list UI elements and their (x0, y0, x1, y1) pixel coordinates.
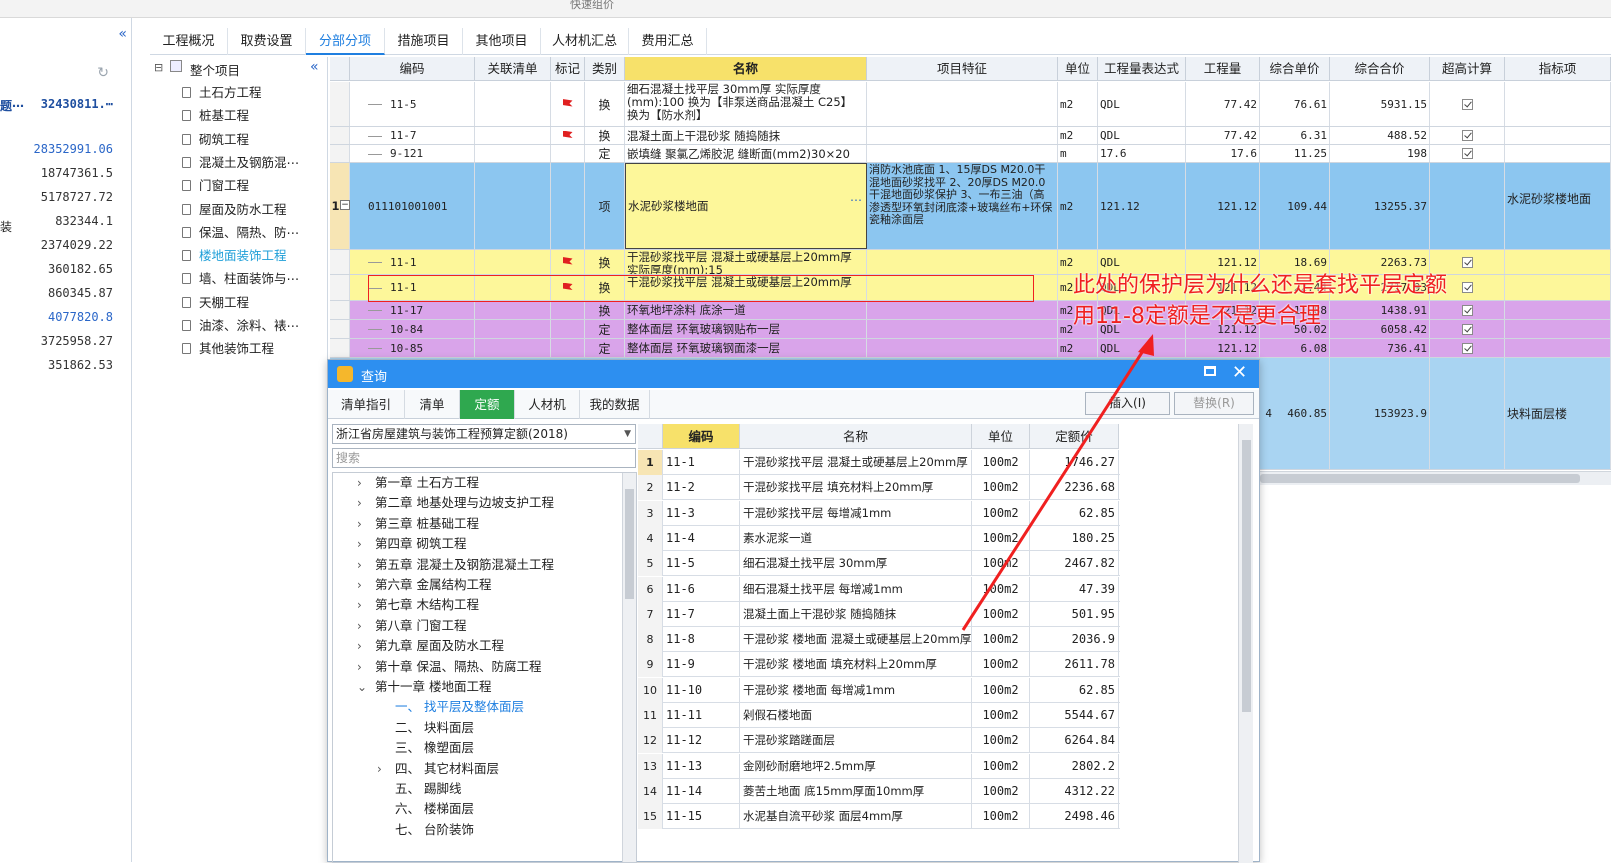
annotation-line-1: 此处的保护层为什么还是套找平层定额 (1073, 273, 1448, 298)
annotation-text: 此处的保护层为什么还是套找平层定额 用11-8定额是不是更合理 (1073, 270, 1493, 332)
annotation-arrow (961, 334, 1154, 631)
annotation-line-2: 用11-8定额是不是更合理 (1073, 304, 1321, 329)
